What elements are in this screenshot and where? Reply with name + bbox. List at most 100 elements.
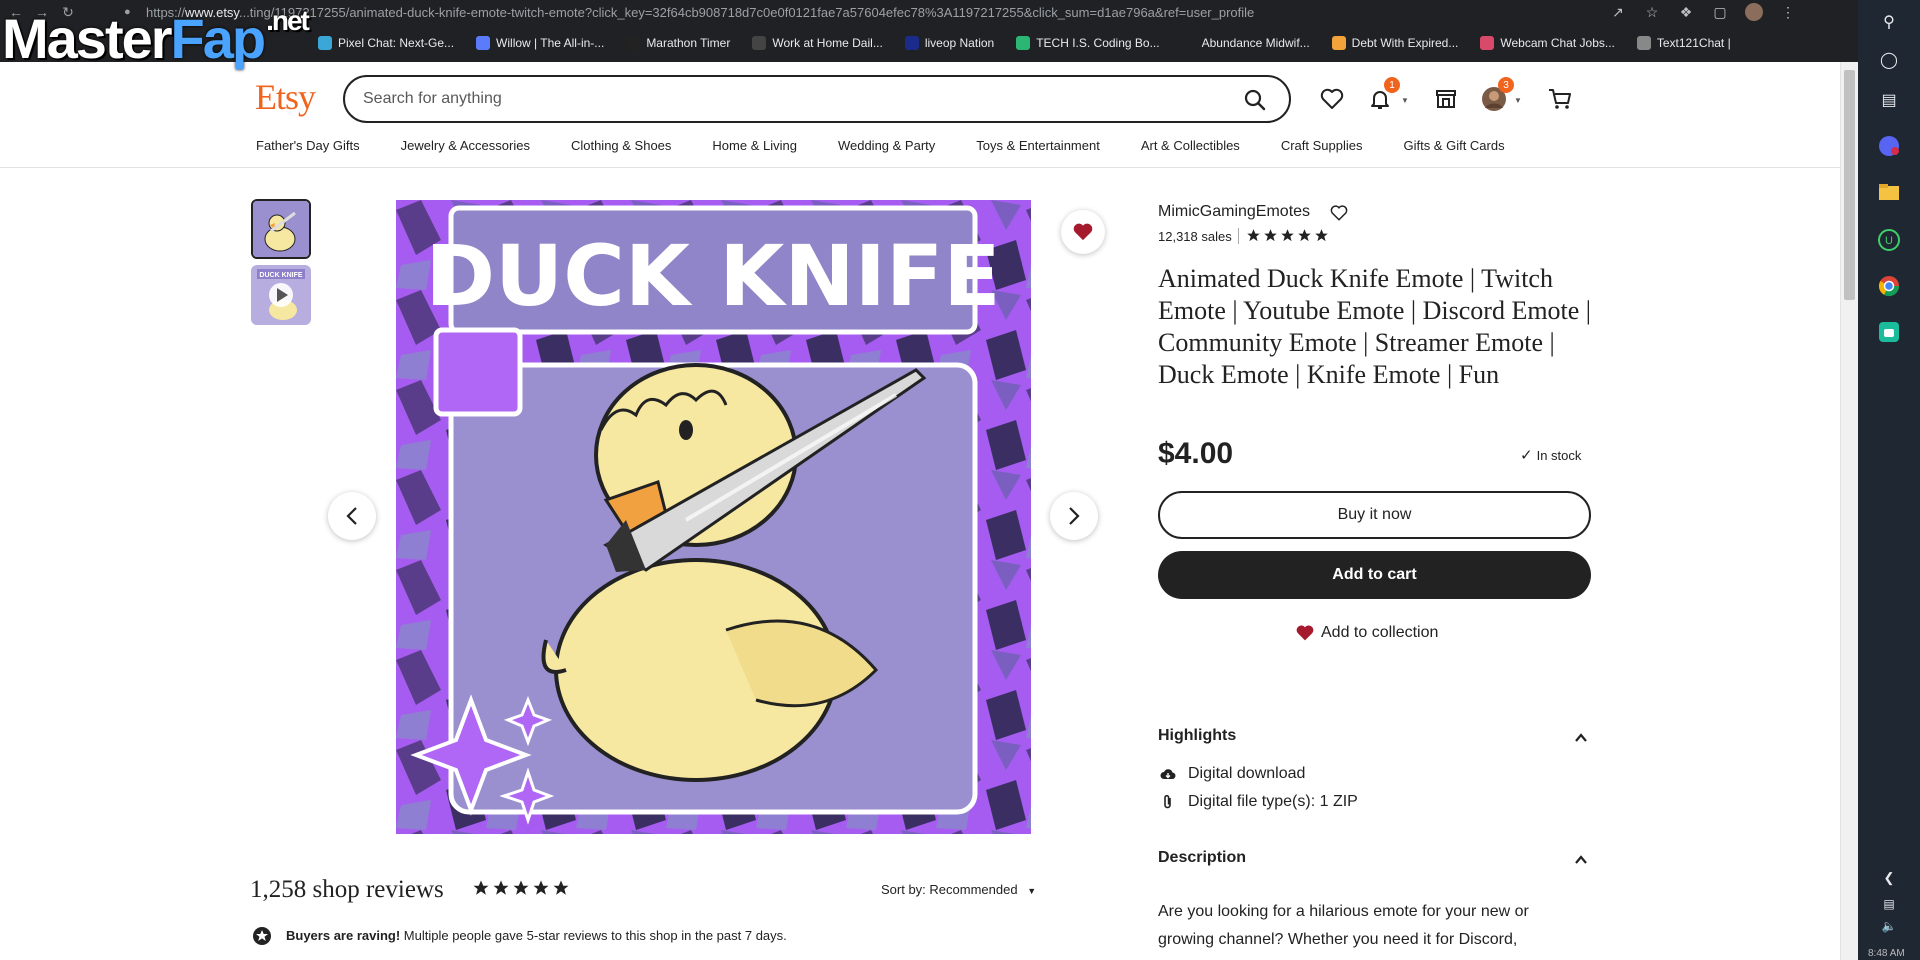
chevron-left-icon[interactable]: ❮ (1877, 866, 1901, 890)
gallery-thumbnail-video[interactable]: DUCK KNIFE (251, 265, 311, 325)
system-sidebar: ⚲ ◯ ▤ U ❮ ▤ 🔈 8:48 AM (1858, 0, 1920, 960)
star-icon (1247, 229, 1260, 242)
url-text[interactable]: https://www.etsy...ting/1197217255/anima… (146, 5, 1646, 20)
bookmark-item[interactable]: Webcam Chat Jobs... (1480, 36, 1615, 50)
page-scrollbar[interactable] (1840, 62, 1858, 960)
shop-manager-icon[interactable] (1432, 85, 1460, 113)
bookmark-item[interactable]: Willow | The All-in-... (476, 36, 604, 50)
bookmark-favicon (1181, 36, 1196, 50)
chevron-up-icon (1575, 855, 1587, 864)
bookmark-label: Text121Chat | (1656, 36, 1731, 50)
sales-count: 12,318 sales (1158, 229, 1232, 244)
category-link[interactable]: Home & Living (712, 138, 797, 158)
category-link[interactable]: Art & Collectibles (1141, 138, 1240, 158)
etsy-logo[interactable]: Etsy (255, 76, 316, 118)
shop-name-link[interactable]: MimicGamingEmotes (1158, 203, 1310, 221)
cloud-download-icon (1160, 766, 1176, 782)
search-icon[interactable] (1243, 88, 1267, 112)
bookmark-item[interactable]: TECH I.S. Coding Bo... (1016, 36, 1160, 50)
bookmark-favicon (904, 36, 919, 50)
bookmark-label: Work at Home Dail... (772, 36, 883, 50)
chrome-icon[interactable] (1877, 274, 1901, 298)
bookmark-item[interactable]: Pixel Chat: Next-Ge... (318, 36, 454, 50)
bookmark-favicon (1016, 36, 1031, 50)
account-avatar[interactable]: 3 (1480, 77, 1514, 113)
watermark-logo: MasterFap.net (2, 0, 310, 70)
category-link[interactable]: Gifts & Gift Cards (1403, 138, 1504, 158)
highlight-item: Digital file type(s): 1 ZIP (1160, 793, 1358, 811)
highlight-text: Digital download (1188, 765, 1306, 782)
chevron-up-icon (1575, 733, 1587, 742)
folder-icon[interactable] (1877, 180, 1901, 204)
clock-time: 8:48 AM (1868, 948, 1905, 959)
listing-main-image[interactable]: DUCK KNIFE (396, 200, 1031, 834)
add-to-collection-button[interactable]: Add to collection (1295, 624, 1438, 642)
description-section-toggle[interactable]: Description (1158, 849, 1588, 871)
watermark-part-3: .net (266, 5, 310, 36)
search-input[interactable] (363, 90, 1223, 108)
raving-detail-text: Multiple people gave 5-star reviews to t… (400, 928, 787, 943)
bookmark-label: Pixel Chat: Next-Ge... (338, 36, 455, 50)
buy-it-now-button[interactable]: Buy it now (1158, 491, 1591, 539)
favorite-listing-button[interactable] (1061, 210, 1105, 254)
favorites-heart-icon[interactable] (1318, 85, 1346, 113)
stock-status: ✓ In stock (1520, 446, 1581, 464)
category-link[interactable]: Toys & Entertainment (976, 138, 1100, 158)
search-bar[interactable] (343, 75, 1291, 123)
star-icon (473, 880, 489, 895)
share-icon[interactable]: ↗ (1608, 2, 1628, 22)
category-link[interactable]: Jewelry & Accessories (401, 138, 530, 158)
scrollbar-thumb[interactable] (1844, 70, 1855, 300)
gallery-next-button[interactable] (1050, 492, 1098, 540)
image-title-text: DUCK KNIFE (425, 227, 1000, 325)
raving-bold-text: Buyers are raving! (286, 928, 401, 943)
bookmark-item[interactable]: Abundance Midwif... (1181, 36, 1310, 50)
bookmark-label: Debt With Expired... (1351, 36, 1459, 50)
volume-icon[interactable]: 🔈 (1877, 914, 1901, 938)
sort-by-label: Sort by: Recommended (881, 882, 1018, 897)
description-title: Description (1158, 849, 1247, 866)
notifications-bell-icon[interactable]: 1 (1366, 77, 1400, 113)
network-icon[interactable]: ▤ (1877, 892, 1901, 916)
bookmark-item[interactable]: Work at Home Dail... (752, 36, 883, 50)
heart-filled-icon (1073, 223, 1093, 241)
category-link[interactable]: Wedding & Party (838, 138, 935, 158)
add-to-cart-button[interactable]: Add to cart (1158, 551, 1591, 599)
highlight-item: Digital download (1160, 765, 1305, 783)
highlights-title: Highlights (1158, 727, 1237, 744)
profile-avatar[interactable] (1744, 2, 1764, 22)
category-link[interactable]: Craft Supplies (1281, 138, 1363, 158)
bookmark-favicon (1480, 36, 1495, 50)
sidepanel-icon[interactable]: ▢ (1710, 2, 1730, 22)
menu-icon[interactable]: ⋮ (1778, 2, 1798, 22)
taskview-icon[interactable]: ▤ (1877, 88, 1901, 112)
gallery-prev-button[interactable] (328, 492, 376, 540)
bookmark-item[interactable]: Debt With Expired... (1331, 36, 1459, 50)
search-icon[interactable]: ⚲ (1877, 10, 1901, 34)
checkmark-icon: ✓ (1520, 447, 1533, 464)
app-u-icon[interactable]: U (1877, 228, 1901, 252)
cart-icon[interactable] (1546, 85, 1574, 113)
add-to-collection-label: Add to collection (1321, 624, 1439, 641)
description-text: Are you looking for a hilarious emote fo… (1158, 903, 1529, 948)
extensions-icon[interactable]: ❖ (1676, 2, 1696, 22)
circle-icon[interactable]: ◯ (1877, 48, 1901, 72)
chevron-left-icon (346, 507, 357, 525)
highlights-section-toggle[interactable]: Highlights (1158, 727, 1588, 749)
category-link[interactable]: Father's Day Gifts (256, 138, 360, 158)
app-bot-icon[interactable] (1877, 320, 1901, 344)
bookmark-item[interactable]: Text121Chat | (1636, 36, 1731, 50)
follow-shop-heart-icon[interactable] (1330, 204, 1348, 222)
category-link[interactable]: Clothing & Shoes (571, 138, 671, 158)
bookmark-star-icon[interactable]: ☆ (1642, 2, 1662, 22)
shop-rating-stars[interactable] (1246, 228, 1329, 243)
app-chat-icon[interactable] (1877, 134, 1901, 158)
notifications-caret-icon[interactable]: ▼ (1401, 96, 1409, 105)
bookmark-item[interactable]: liveop Nation (904, 36, 994, 50)
star-icon (533, 880, 549, 895)
bookmark-item[interactable]: Marathon Timer (626, 36, 730, 50)
sort-by-dropdown[interactable]: Sort by: Recommended ▼ (881, 882, 1036, 897)
watermark-part-2: Fap (170, 7, 267, 70)
account-caret-icon[interactable]: ▼ (1514, 96, 1522, 105)
gallery-thumbnail-1[interactable] (251, 199, 311, 259)
